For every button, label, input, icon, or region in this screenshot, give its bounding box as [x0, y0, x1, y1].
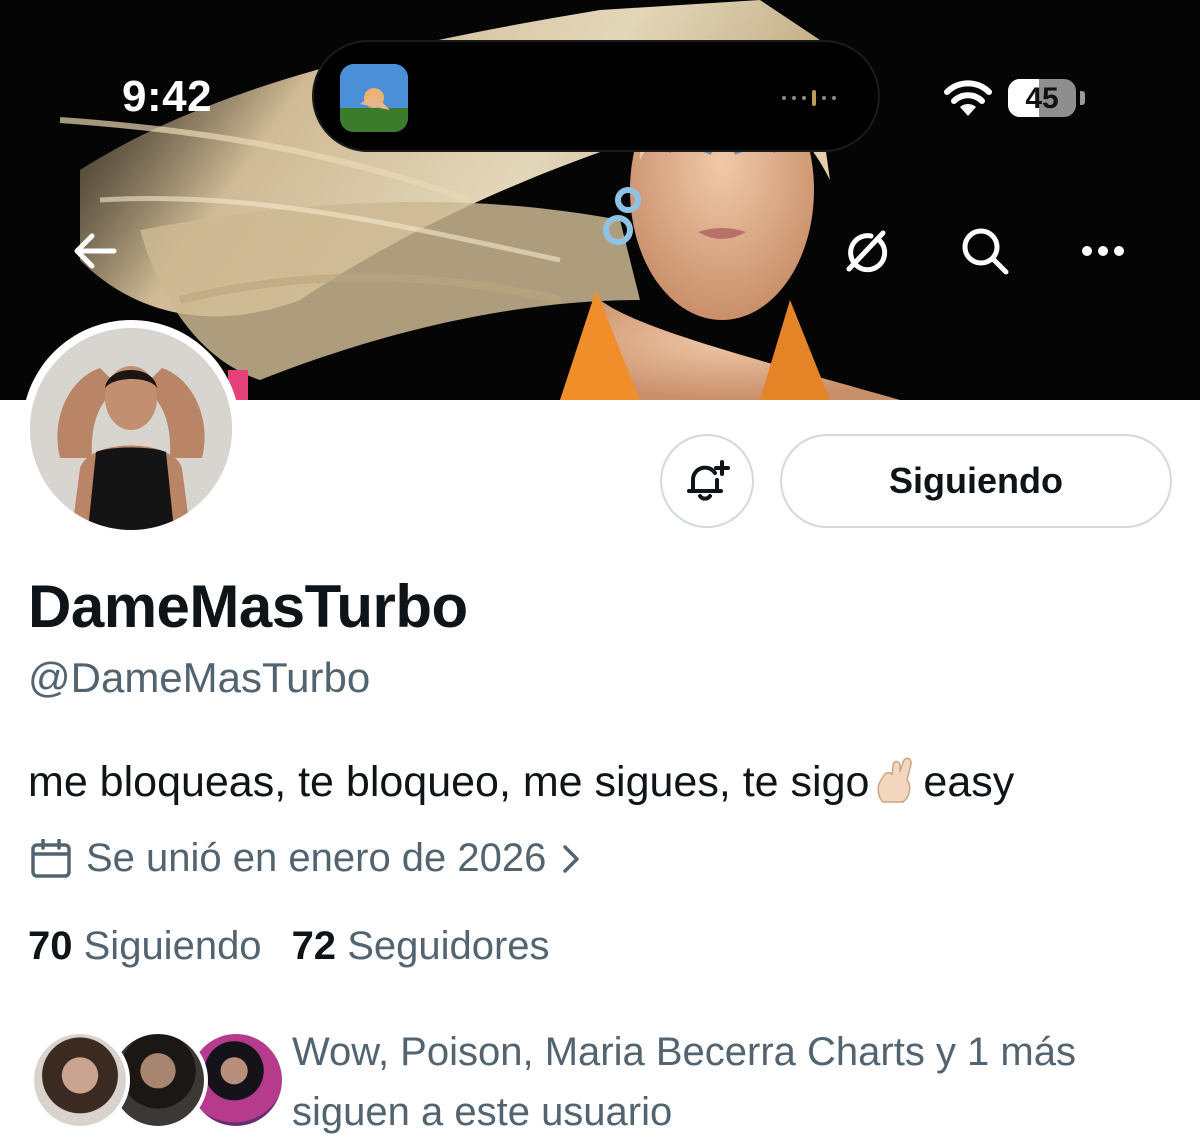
following-count: 70	[28, 924, 73, 968]
audio-waveform-icon	[782, 90, 836, 106]
grok-icon	[846, 230, 888, 273]
arrow-left-icon	[74, 233, 117, 269]
more-horizontal-icon	[1082, 246, 1124, 256]
known-followers-text[interactable]: Wow, Poison, Maria Becerra Charts y 1 má…	[292, 1022, 1172, 1140]
battery-cap	[1080, 91, 1085, 105]
battery-level: 45	[1025, 82, 1059, 115]
battery-indicator: 45	[1008, 79, 1076, 117]
known-follower-avatar	[30, 1030, 130, 1130]
search-icon	[962, 228, 1009, 275]
join-date: Se unió en enero de 2026	[86, 836, 547, 880]
bell-plus-icon	[687, 460, 730, 501]
crossed-fingers-emoji	[873, 756, 917, 815]
following-link[interactable]: 70 Siguiendo	[28, 924, 262, 968]
bio-text: me bloqueas, te bloqueo, me sigues, te s…	[28, 758, 870, 806]
status-time: 9:42	[122, 72, 213, 121]
avatar-image	[30, 328, 232, 530]
followers-count: 72	[291, 924, 337, 968]
wifi-icon	[944, 80, 992, 116]
followers-link[interactable]: 72 Seguidores	[292, 924, 550, 968]
calendar-icon	[31, 838, 71, 878]
followers-label: Seguidores	[347, 924, 550, 968]
known-followers-line2: siguen a este usuario	[292, 1090, 673, 1134]
notifications-button[interactable]	[660, 434, 754, 528]
bio-text-end: easy	[923, 758, 1015, 806]
grok-button[interactable]	[830, 216, 900, 286]
now-playing-artwork[interactable]	[340, 64, 408, 132]
display-name: DameMasTurbo	[28, 573, 468, 640]
dynamic-island[interactable]	[312, 40, 880, 152]
search-button[interactable]	[950, 216, 1020, 286]
artwork-image	[340, 64, 408, 132]
following-label: Siguiendo	[83, 924, 262, 968]
chevron-right-icon	[563, 844, 580, 873]
back-button[interactable]	[60, 216, 130, 286]
follow-stats: 70 Siguiendo 72 Seguidores	[28, 924, 550, 969]
following-button[interactable]: Siguiendo	[780, 434, 1172, 528]
known-followers-avatars[interactable]	[30, 1030, 286, 1130]
join-date-row[interactable]: Se unió en enero de 2026	[30, 836, 580, 881]
known-followers-line1: Wow, Poison, Maria Becerra Charts y 1 má…	[292, 1030, 1076, 1074]
profile-bio: me bloqueas, te bloqueo, me sigues, te s…	[28, 756, 1014, 815]
more-options-button[interactable]	[1068, 216, 1138, 286]
username-handle: @DameMasTurbo	[28, 654, 371, 701]
profile-avatar[interactable]	[22, 320, 240, 538]
